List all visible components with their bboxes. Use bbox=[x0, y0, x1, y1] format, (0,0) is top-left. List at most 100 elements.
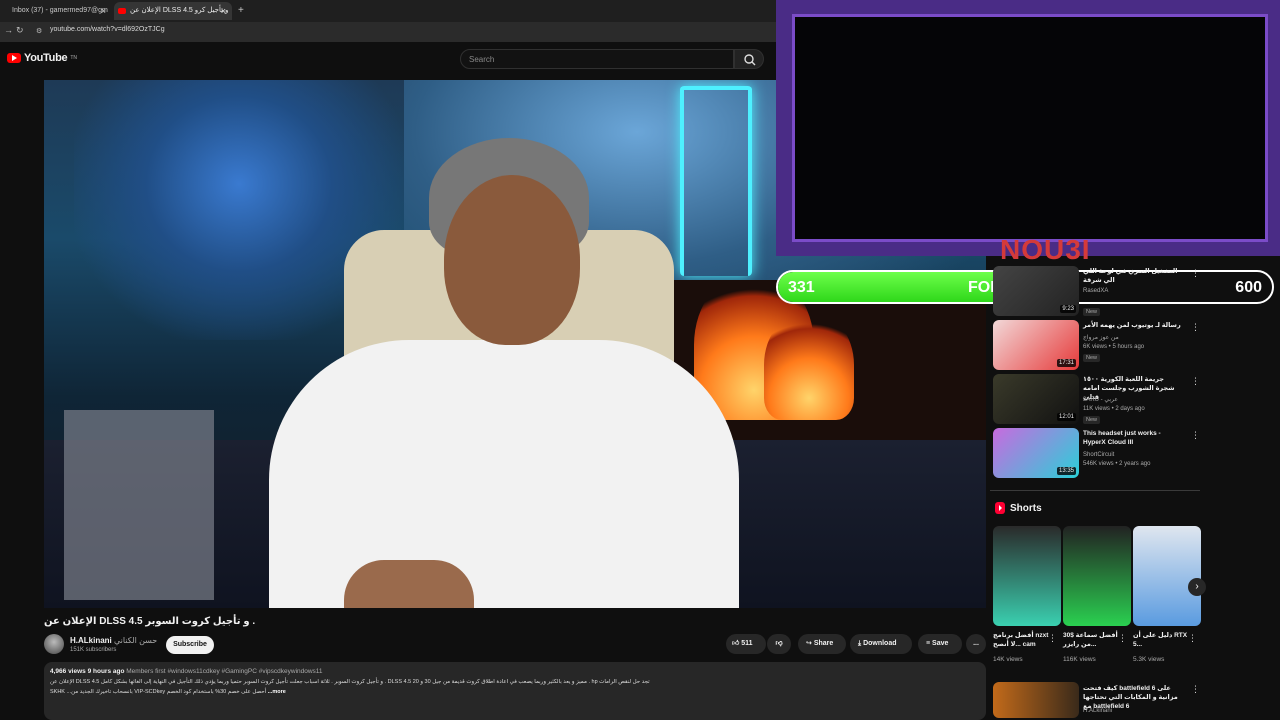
share-icon: ↪ bbox=[806, 640, 812, 647]
divider bbox=[990, 490, 1200, 491]
download-icon: ⤓ bbox=[858, 640, 862, 647]
recommended-video[interactable]: 13:35 This headset just works - HyperX C… bbox=[993, 428, 1203, 480]
video-title[interactable]: رسالة لـ يوتيوب لمن يهمه الأمر bbox=[1083, 321, 1183, 330]
more-vert-icon[interactable]: ⋮ bbox=[1191, 684, 1200, 695]
new-badge: New bbox=[1083, 308, 1101, 316]
new-badge: New bbox=[1083, 354, 1101, 362]
short-views: 5.3K views bbox=[1133, 656, 1165, 663]
search-button[interactable] bbox=[734, 49, 764, 69]
video-thumbnail[interactable]: 12:01 bbox=[993, 374, 1079, 424]
address-bar: → ↻ ⚙ youtube.com/watch?v=dl692OzTJCg bbox=[0, 22, 780, 42]
shorts-header: Shorts bbox=[995, 502, 1042, 514]
youtube-play-icon bbox=[7, 53, 21, 63]
video-meta: 6K views • 5 hours ago bbox=[1083, 344, 1145, 350]
search-input[interactable]: Search bbox=[460, 49, 734, 69]
new-badge: New bbox=[1083, 416, 1101, 424]
video-title[interactable]: This headset just works - HyperX Cloud I… bbox=[1083, 429, 1183, 447]
share-label: Share bbox=[813, 640, 834, 647]
recommended-video[interactable]: 17:31 رسالة لـ يوتيوب لمن يهمه الأمر من … bbox=[993, 320, 1203, 372]
members-first: Members first bbox=[126, 668, 166, 675]
more-link[interactable]: ...more bbox=[268, 689, 286, 695]
video-meta: 11K views • 2 days ago bbox=[1083, 406, 1145, 412]
channel-name-arabic: حسن الكناني bbox=[114, 636, 158, 645]
duration-badge: 17:31 bbox=[1056, 359, 1076, 367]
duration-badge: 12:01 bbox=[1056, 413, 1076, 421]
new-tab-button[interactable]: + bbox=[234, 2, 250, 20]
video-title: الإعلان عن DLSS 4.5 و تأجيل كروت السوبر … bbox=[44, 616, 256, 627]
more-vert-icon[interactable]: ⋮ bbox=[1048, 633, 1057, 644]
url-text[interactable]: youtube.com/watch?v=dl692OzTJCg bbox=[50, 26, 165, 33]
subscriber-count: 151K subscribers bbox=[70, 647, 117, 653]
video-title[interactable]: التشغيل السري في لوحة اللي الي شرقة bbox=[1083, 267, 1183, 285]
video-thumbnail[interactable]: 9:23 bbox=[993, 266, 1079, 316]
short-title[interactable]: أفضل سماعة $30 من رايزر... bbox=[1063, 631, 1121, 649]
description-text: الإعلان عن DLSS 4.5 و تأجيل كروت السوبر … bbox=[50, 679, 650, 685]
video-thumbnail[interactable]: 13:35 bbox=[993, 428, 1079, 478]
site-info-icon[interactable]: ⚙ bbox=[36, 27, 42, 35]
youtube-favicon-icon bbox=[118, 8, 126, 14]
short-title[interactable]: أفضل برنامج nzxt لا أنصح... cam bbox=[993, 631, 1051, 649]
share-button[interactable]: ↪ Share bbox=[798, 634, 846, 654]
hashtags[interactable]: #windows11cdkey #GamingPC #vipscdkeywind… bbox=[167, 668, 322, 675]
tab-inbox[interactable]: Inbox (37) - gamermed97@gm × bbox=[4, 2, 112, 20]
channel-name[interactable]: H.ALkinani حسن الكناني bbox=[70, 636, 157, 645]
recommended-video[interactable]: 9:23 التشغيل السري في لوحة اللي الي شرقة… bbox=[993, 266, 1203, 318]
webcam-overlay bbox=[776, 0, 1280, 256]
recommended-video[interactable]: 12:01 جريمة اللعبة الكورية ١٥٠٠ شجرة الش… bbox=[993, 374, 1203, 426]
channel-avatar[interactable] bbox=[44, 634, 64, 654]
tab-label: Inbox (37) - gamermed97@gm bbox=[12, 7, 108, 14]
video-title[interactable]: كيف فتحت battlefield 6 على مزانية و المك… bbox=[1083, 684, 1183, 711]
shorts-title: Shorts bbox=[1010, 502, 1042, 514]
close-icon[interactable]: × bbox=[221, 2, 226, 20]
video-thumbnail[interactable]: 17:31 bbox=[993, 320, 1079, 370]
description-snippet: SKHK ...بانسحاب تاخيرك الجديد من VIP-SCD… bbox=[50, 689, 267, 695]
like-count: 511 bbox=[741, 640, 753, 647]
channel-name[interactable]: 3ARU - عربي bbox=[1083, 396, 1118, 403]
logo-text: YouTube bbox=[24, 52, 68, 64]
video-meta: 546K views • 2 years ago bbox=[1083, 461, 1151, 467]
subscribe-button[interactable]: Subscribe bbox=[166, 636, 214, 654]
short-thumbnail[interactable] bbox=[1133, 526, 1201, 626]
short-title[interactable]: دليل على أن RTX 5... bbox=[1133, 631, 1191, 649]
followers-goal: 600 bbox=[1235, 279, 1262, 296]
download-label: Download bbox=[863, 640, 897, 647]
more-vert-icon[interactable]: ⋮ bbox=[1191, 268, 1200, 279]
tab-label: الإعلان عن DLSS 4.5 و تأجيل كرو bbox=[130, 7, 229, 14]
channel-name[interactable]: ShortCircuit bbox=[1083, 452, 1114, 458]
close-icon[interactable]: × bbox=[101, 2, 106, 20]
forward-icon[interactable]: → bbox=[4, 25, 13, 35]
streamer-name: NOU3I bbox=[1000, 234, 1091, 265]
youtube-logo[interactable]: YouTube TN bbox=[7, 52, 77, 64]
more-vert-icon[interactable]: ⋮ bbox=[1188, 633, 1197, 644]
more-vert-icon[interactable]: ⋮ bbox=[1118, 633, 1127, 644]
view-count: 4,966 views bbox=[50, 668, 86, 675]
download-button[interactable]: ⤓ Download bbox=[850, 634, 912, 654]
more-horiz-icon: ... bbox=[973, 640, 979, 647]
video-thumbnail[interactable] bbox=[993, 682, 1079, 718]
channel-name[interactable]: RasedXA bbox=[1083, 288, 1108, 294]
chevron-right-icon[interactable]: › bbox=[1188, 578, 1206, 596]
more-vert-icon[interactable]: ⋮ bbox=[1191, 376, 1200, 387]
followers-current: 331 bbox=[788, 279, 815, 296]
like-button[interactable]: 👍︎ 511 bbox=[726, 634, 766, 654]
save-button[interactable]: ≡ Save bbox=[918, 634, 962, 654]
short-thumbnail[interactable] bbox=[1063, 526, 1131, 626]
more-vert-icon[interactable]: ⋮ bbox=[1191, 430, 1200, 441]
webcam-feed bbox=[792, 14, 1268, 242]
description-stats: 4,966 views 9 hours ago Members first #w… bbox=[50, 668, 323, 675]
save-label: Save bbox=[932, 640, 949, 647]
more-vert-icon[interactable]: ⋮ bbox=[1191, 322, 1200, 333]
dislike-button[interactable]: 👎︎ bbox=[767, 634, 791, 654]
recommended-video[interactable]: كيف فتحت battlefield 6 على مزانية و المك… bbox=[993, 682, 1203, 720]
short-views: 14K views bbox=[993, 656, 1023, 663]
tab-video[interactable]: الإعلان عن DLSS 4.5 و تأجيل كرو × bbox=[114, 2, 232, 20]
reload-icon[interactable]: ↻ bbox=[16, 25, 24, 36]
more-actions-button[interactable]: ... bbox=[966, 634, 986, 654]
fire bbox=[764, 310, 854, 420]
channel-name[interactable]: H.ALkinani bbox=[1083, 708, 1112, 714]
person-hand bbox=[344, 560, 474, 608]
description-text: SKHK ...بانسحاب تاخيرك الجديد من VIP-SCD… bbox=[50, 689, 286, 695]
thumbs-down-icon: 👎︎ bbox=[775, 640, 783, 647]
channel-name[interactable]: من عوز مرواج bbox=[1083, 334, 1119, 341]
short-thumbnail[interactable] bbox=[993, 526, 1061, 626]
